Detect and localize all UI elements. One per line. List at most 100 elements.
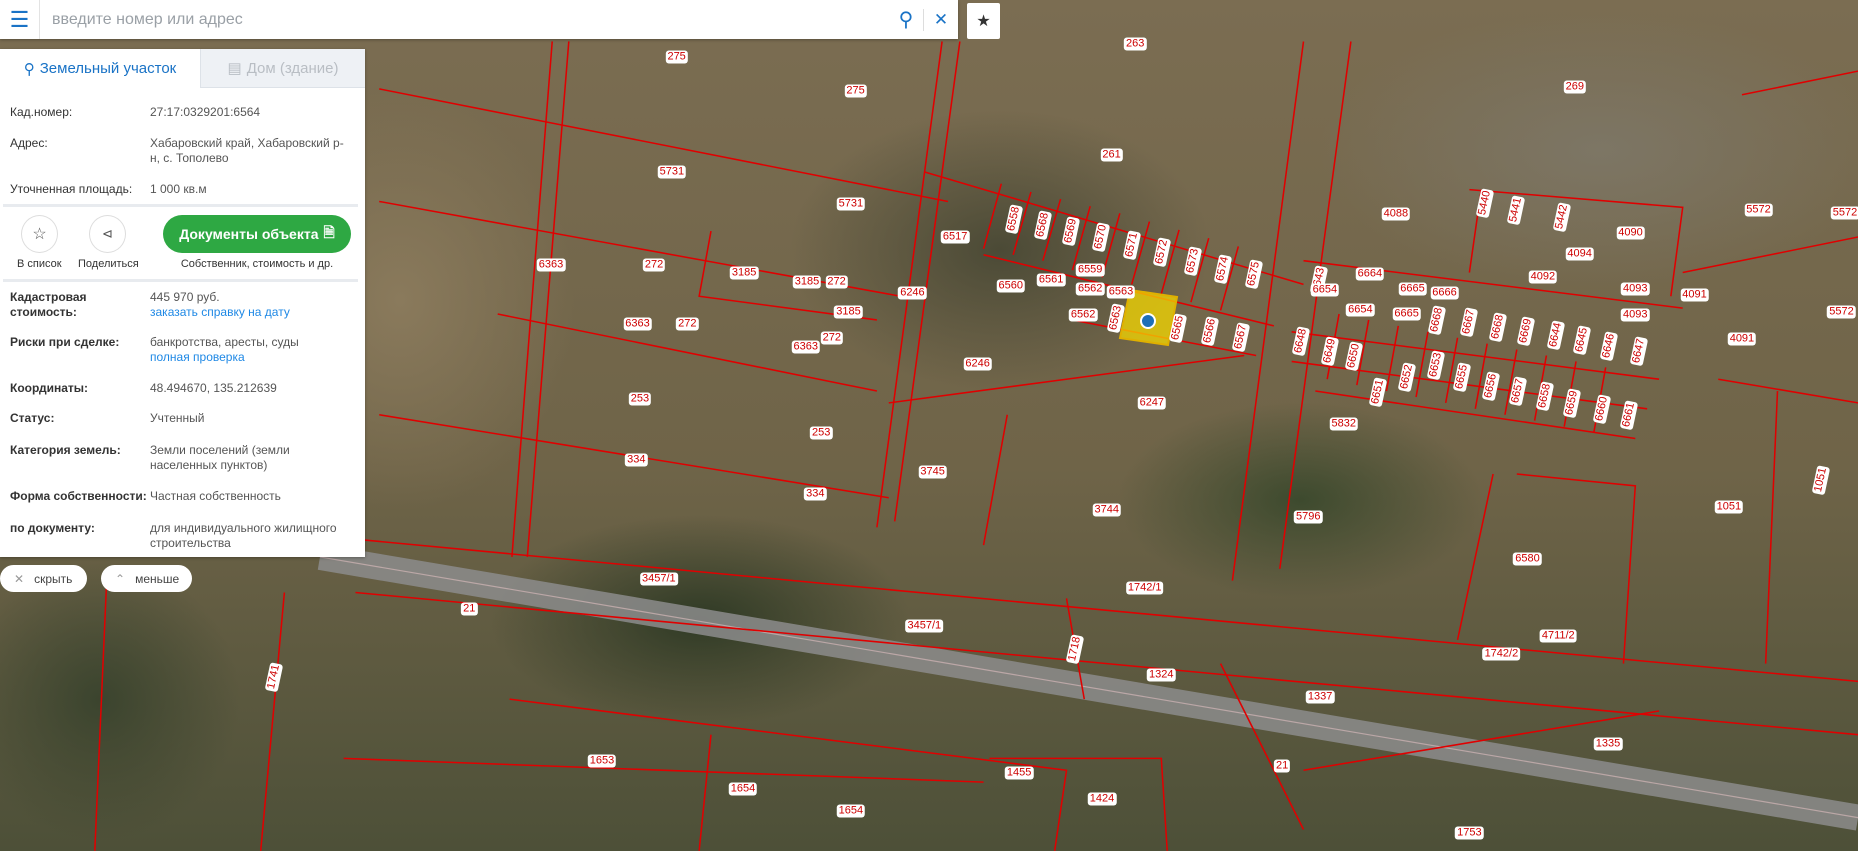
parcel-number-label[interactable]: 6563 bbox=[1106, 285, 1136, 298]
parcel-number-label[interactable]: 6665 bbox=[1392, 307, 1421, 321]
parcel-number-label[interactable]: 21 bbox=[461, 602, 478, 616]
label: Кадастровая стоимость: bbox=[10, 290, 87, 319]
close-icon: ✕ bbox=[14, 571, 25, 586]
share-button[interactable]: ⊲ bbox=[89, 215, 126, 253]
parcel-number-label[interactable]: 6666 bbox=[1430, 286, 1459, 300]
parcel-number-label[interactable]: 6561 bbox=[1036, 273, 1066, 287]
parcel-number-label[interactable]: 3457/1 bbox=[640, 572, 678, 586]
map-pin-icon: ⚲ bbox=[23, 60, 35, 78]
parcel-number-label[interactable]: 3457/1 bbox=[905, 619, 944, 633]
share-icon: ⊲ bbox=[102, 226, 113, 241]
parcel-number-label[interactable]: 6560 bbox=[996, 279, 1026, 293]
address-row: Адрес: Хабаровский край, Хабаровский р-н,… bbox=[10, 136, 355, 166]
parcel-number-label[interactable]: 334 bbox=[625, 453, 648, 467]
parcel-number-label[interactable]: 1051 bbox=[1714, 500, 1744, 514]
star-icon[interactable]: ★ bbox=[967, 3, 1000, 39]
parcel-number-label[interactable]: 4093 bbox=[1621, 308, 1650, 322]
parcel-number-label[interactable]: 253 bbox=[810, 426, 833, 440]
parcel-number-label[interactable]: 1324 bbox=[1147, 668, 1176, 682]
parcel-number-label[interactable]: 5731 bbox=[657, 165, 687, 179]
search-input[interactable] bbox=[40, 1, 889, 38]
parcel-number-label[interactable]: 21 bbox=[1274, 759, 1291, 772]
search-icon[interactable]: ⚲ bbox=[889, 7, 923, 32]
parcel-number-label[interactable]: 275 bbox=[665, 50, 688, 64]
parcel-number-label[interactable]: 5796 bbox=[1293, 510, 1323, 524]
parcel-number-label[interactable]: 6580 bbox=[1513, 552, 1542, 566]
parcel-number-label[interactable]: 253 bbox=[628, 392, 652, 406]
close-icon[interactable]: ✕ bbox=[924, 10, 958, 30]
parcel-number-label[interactable]: 6246 bbox=[963, 357, 992, 371]
parcel-number-label[interactable]: 1653 bbox=[587, 754, 617, 768]
parcel-number-label[interactable]: 3744 bbox=[1092, 503, 1122, 517]
parcel-number-label[interactable]: 272 bbox=[825, 275, 848, 289]
parcel-number-label[interactable]: 6246 bbox=[898, 286, 927, 300]
value: банкротства, аресты, суды bbox=[150, 335, 299, 349]
search-bar: ☰ ⚲ ✕ bbox=[0, 0, 958, 39]
category-row: Категория земель: Земли поселений (земли … bbox=[10, 443, 355, 473]
cad-number-row: Кад.номер: 27:17:0329201:6564 bbox=[10, 105, 355, 120]
order-certificate-link[interactable]: заказать справку на дату bbox=[150, 305, 350, 320]
parcel-number-label[interactable]: 6363 bbox=[791, 340, 821, 354]
parcel-number-label[interactable]: 1654 bbox=[836, 804, 866, 818]
parcel-number-label[interactable]: 3185 bbox=[834, 305, 863, 319]
parcel-number-label[interactable]: 269 bbox=[1563, 80, 1587, 93]
documents-button[interactable]: Документы объекта 🗎 bbox=[163, 215, 351, 253]
parcel-number-label[interactable]: 6517 bbox=[940, 230, 970, 244]
parcel-number-label[interactable]: 1335 bbox=[1593, 737, 1623, 751]
parcel-number-label[interactable]: 334 bbox=[804, 487, 827, 501]
hamburger-icon[interactable]: ☰ bbox=[0, 0, 40, 39]
parcel-number-label[interactable]: 5731 bbox=[836, 197, 866, 211]
parcel-number-label[interactable]: 3745 bbox=[918, 465, 947, 479]
full-check-link[interactable]: полная проверка bbox=[150, 350, 350, 365]
parcel-number-label[interactable]: 4091 bbox=[1680, 288, 1709, 302]
ownership-row: Форма собственности: Частная собственност… bbox=[10, 489, 355, 504]
parcel-number-label[interactable]: 261 bbox=[1100, 148, 1123, 162]
parcel-number-label[interactable]: 263 bbox=[1124, 37, 1147, 51]
parcel-number-label[interactable]: 6559 bbox=[1075, 263, 1105, 277]
parcel-number-label[interactable]: 6363 bbox=[623, 317, 652, 330]
parcel-number-label[interactable]: 1654 bbox=[728, 782, 758, 796]
parcel-number-label[interactable]: 3185 bbox=[729, 266, 759, 280]
parcel-number-label[interactable]: 6363 bbox=[536, 258, 566, 272]
parcel-number-label[interactable]: 6665 bbox=[1398, 282, 1427, 296]
parcel-number-label[interactable]: 1753 bbox=[1455, 826, 1484, 840]
less-button[interactable]: ⌃ меньше bbox=[101, 565, 192, 592]
label: Категория земель: bbox=[10, 443, 121, 457]
parcel-number-label[interactable]: 3185 bbox=[792, 275, 822, 289]
parcel-number-label[interactable]: 5832 bbox=[1329, 417, 1359, 431]
area-row: Уточненная площадь: 1 000 кв.м bbox=[10, 182, 355, 197]
parcel-number-label[interactable]: 6654 bbox=[1310, 283, 1340, 297]
tab-building[interactable]: ▤ Дом (здание) bbox=[200, 49, 365, 88]
parcel-number-label[interactable]: 272 bbox=[820, 331, 844, 345]
parcel-number-label[interactable]: 272 bbox=[642, 258, 666, 272]
cost-row: Кадастровая стоимость: 445 970 руб. заказа… bbox=[10, 290, 355, 320]
parcel-number-label[interactable]: 6654 bbox=[1346, 303, 1375, 317]
parcel-number-label[interactable]: 4091 bbox=[1727, 332, 1757, 346]
cad-number-link[interactable]: 27:17:0329201:6564 bbox=[150, 105, 350, 120]
tab-land-plot[interactable]: ⚲ Земельный участок bbox=[0, 49, 200, 88]
parcel-number-label[interactable]: 1742/1 bbox=[1125, 581, 1164, 595]
hide-button[interactable]: ✕ скрыть bbox=[0, 565, 87, 592]
parcel-number-label[interactable]: 6562 bbox=[1068, 308, 1098, 322]
parcel-number-label[interactable]: 6664 bbox=[1355, 267, 1385, 281]
parcel-number-label[interactable]: 1742/2 bbox=[1482, 647, 1521, 661]
parcel-number-label[interactable]: 1337 bbox=[1305, 690, 1335, 704]
parcel-number-label[interactable]: 5572 bbox=[1744, 203, 1773, 217]
parcel-number-label[interactable]: 4711/2 bbox=[1539, 629, 1577, 643]
parcel-number-label[interactable]: 1455 bbox=[1004, 766, 1034, 780]
parcel-number-label[interactable]: 4093 bbox=[1621, 282, 1650, 296]
parcel-number-label[interactable]: 4090 bbox=[1616, 226, 1645, 240]
parcel-number-label[interactable]: 272 bbox=[676, 317, 699, 330]
parcel-number-label[interactable]: 6562 bbox=[1075, 282, 1105, 296]
parcel-number-label[interactable]: 4088 bbox=[1381, 207, 1411, 221]
coords-row: Координаты: 48.494670, 135.212639 bbox=[10, 381, 355, 396]
parcel-number-label[interactable]: 4094 bbox=[1565, 247, 1594, 261]
add-to-list-button[interactable]: ☆ bbox=[21, 215, 58, 253]
parcel-number-label[interactable]: 275 bbox=[844, 84, 867, 98]
parcel-number-label[interactable]: 4092 bbox=[1528, 270, 1558, 284]
parcel-number-label[interactable]: 5572 bbox=[1830, 206, 1858, 220]
parcel-number-label[interactable]: 5572 bbox=[1827, 305, 1856, 319]
divider bbox=[3, 279, 358, 282]
parcel-number-label[interactable]: 6247 bbox=[1137, 396, 1167, 410]
parcel-number-label[interactable]: 1424 bbox=[1087, 792, 1117, 806]
